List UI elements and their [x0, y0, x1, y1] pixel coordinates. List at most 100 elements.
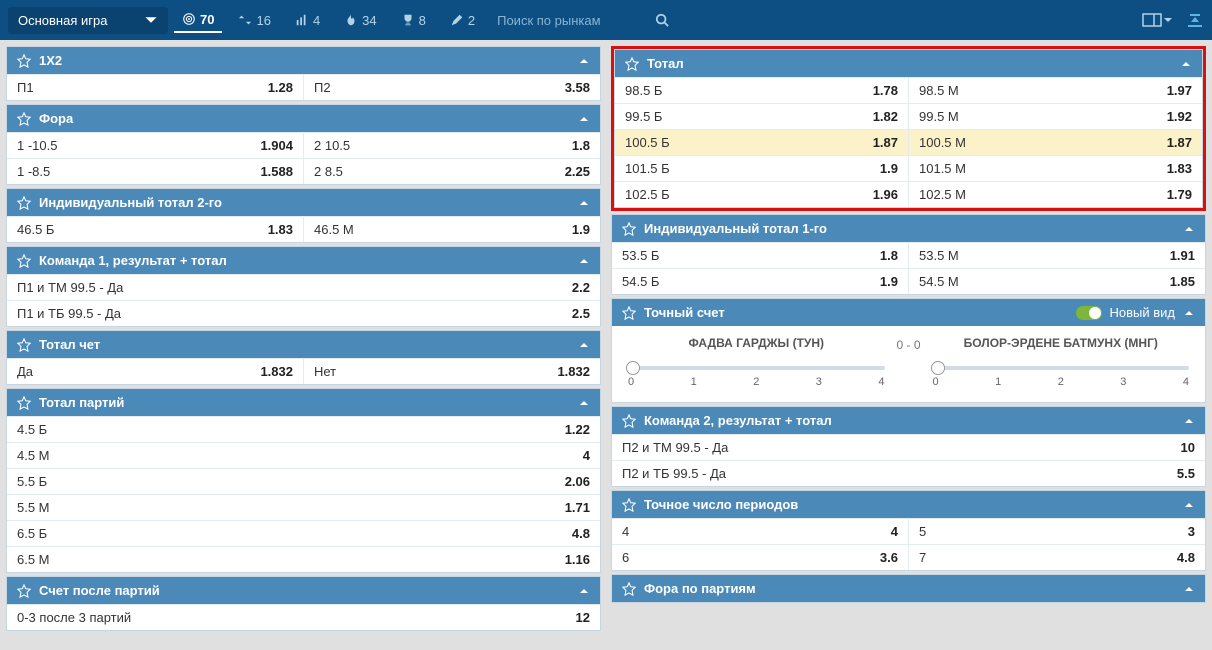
market-cell[interactable]: П1 и ТБ 99.5 - Да2.5 [7, 301, 600, 326]
market-panel: Тотал чет Да1.832Нет1.832 [6, 330, 601, 385]
search-icon[interactable] [655, 13, 669, 27]
panel-header[interactable]: Тотал чет [7, 331, 600, 358]
outcome-odds: 1.79 [1167, 187, 1192, 202]
market-cell[interactable]: П2 и ТБ 99.5 - Да5.5 [612, 461, 1205, 486]
market-panel: Фора по партиям [611, 574, 1206, 603]
market-panel: 1X2П11.28П23.58 [6, 46, 601, 101]
panel-header[interactable]: Тотал партий [7, 389, 600, 416]
market-cell[interactable]: 101.5 Б1.9 [615, 156, 908, 181]
chevron-up-icon[interactable] [578, 197, 590, 209]
tab-trophy[interactable]: 8 [393, 9, 434, 32]
panel-title: Тотал чет [39, 337, 100, 352]
chevron-up-icon[interactable] [578, 255, 590, 267]
chevron-up-icon[interactable] [1183, 307, 1195, 319]
market-cell[interactable]: 63.6 [612, 545, 908, 570]
market-cell[interactable]: 102.5 М1.79 [908, 182, 1202, 207]
market-cell[interactable]: 2 10.51.8 [303, 133, 600, 158]
market-cell[interactable]: Нет1.832 [303, 359, 600, 384]
star-icon [622, 306, 636, 320]
market-cell[interactable]: 1 -10.51.904 [7, 133, 303, 158]
tab-pen[interactable]: 2 [442, 9, 483, 32]
market-cell[interactable]: 54.5 М1.85 [908, 269, 1205, 294]
market-cell[interactable]: 100.5 М1.87 [908, 130, 1202, 155]
market-row: 1 -10.51.9042 10.51.8 [7, 132, 600, 158]
market-cell[interactable]: 98.5 М1.97 [908, 78, 1202, 103]
market-row: Да1.832Нет1.832 [7, 358, 600, 384]
market-cell[interactable]: П23.58 [303, 75, 600, 100]
market-cell[interactable]: 6.5 М1.16 [7, 547, 600, 572]
panel-title: Фора по партиям [644, 581, 756, 596]
market-cell[interactable]: 74.8 [908, 545, 1205, 570]
market-cell[interactable]: 99.5 Б1.82 [615, 104, 908, 129]
market-cell[interactable]: 102.5 Б1.96 [615, 182, 908, 207]
outcome-odds: 2.5 [572, 306, 590, 321]
chevron-up-icon[interactable] [1180, 58, 1192, 70]
panel-header[interactable]: Фора по партиям [612, 575, 1205, 602]
tab-count: 4 [313, 13, 320, 28]
outcome-odds: 12 [576, 610, 590, 625]
chevron-up-icon[interactable] [1183, 223, 1195, 235]
tab-target[interactable]: 70 [174, 8, 222, 33]
market-cell[interactable]: 46.5 Б1.83 [7, 217, 303, 242]
chevron-up-icon[interactable] [578, 55, 590, 67]
chevron-down-icon [144, 13, 158, 27]
market-cell[interactable]: 54.5 Б1.9 [612, 269, 908, 294]
market-cell[interactable]: 5.5 М1.71 [7, 495, 600, 520]
chevron-up-icon[interactable] [578, 585, 590, 597]
market-cell[interactable]: П11.28 [7, 75, 303, 100]
market-cell[interactable]: 44 [612, 519, 908, 544]
chevron-up-icon[interactable] [1183, 583, 1195, 595]
market-cell[interactable]: 53 [908, 519, 1205, 544]
outcome-label: 1 -10.5 [17, 138, 260, 153]
market-cell[interactable]: 1 -8.51.588 [7, 159, 303, 184]
panel-header[interactable]: Счет после партий [7, 577, 600, 604]
tab-bars[interactable]: 4 [287, 9, 328, 32]
market-cell[interactable]: 5.5 Б2.06 [7, 469, 600, 494]
chevron-up-icon[interactable] [1183, 499, 1195, 511]
outcome-odds: 1.83 [1167, 161, 1192, 176]
panel-header[interactable]: Точный счетНовый вид [612, 299, 1205, 326]
panel-header[interactable]: Индивидуальный тотал 1-го [612, 215, 1205, 242]
chevron-up-icon[interactable] [578, 397, 590, 409]
market-cell[interactable]: 6.5 Б4.8 [7, 521, 600, 546]
market-cell[interactable]: 98.5 Б1.78 [615, 78, 908, 103]
score-slider[interactable]: 01234 [933, 366, 1190, 388]
market-cell[interactable]: 4.5 М4 [7, 443, 600, 468]
chevron-up-icon[interactable] [578, 113, 590, 125]
new-view-toggle[interactable] [1076, 306, 1102, 320]
market-cell[interactable]: 53.5 Б1.8 [612, 243, 908, 268]
tab-flame[interactable]: 34 [336, 9, 384, 32]
panel-header[interactable]: Тотал [615, 50, 1202, 77]
chevron-up-icon[interactable] [1183, 415, 1195, 427]
market-cell[interactable]: 53.5 М1.91 [908, 243, 1205, 268]
market-cell[interactable]: 100.5 Б1.87 [615, 130, 908, 155]
market-cell[interactable]: 46.5 М1.9 [303, 217, 600, 242]
panel-header[interactable]: Точное число периодов [612, 491, 1205, 518]
panel-header[interactable]: Фора [7, 105, 600, 132]
score-slider[interactable]: 01234 [628, 366, 885, 388]
outcome-label: 5.5 Б [17, 474, 565, 489]
collapse-button[interactable] [1186, 12, 1204, 28]
panel-header[interactable]: 1X2 [7, 47, 600, 74]
market-cell[interactable]: 0-3 после 3 партий12 [7, 605, 600, 630]
market-row: П11.28П23.58 [7, 74, 600, 100]
market-cell[interactable]: Да1.832 [7, 359, 303, 384]
market-cell[interactable]: П2 и ТМ 99.5 - Да10 [612, 435, 1205, 460]
game-dropdown[interactable]: Основная игра [8, 7, 168, 34]
panel-header[interactable]: Индивидуальный тотал 2-го [7, 189, 600, 216]
market-cell[interactable]: П1 и ТМ 99.5 - Да2.2 [7, 275, 600, 300]
market-panel: Фора1 -10.51.9042 10.51.81 -8.51.5882 8.… [6, 104, 601, 185]
market-cell[interactable]: 4.5 Б1.22 [7, 417, 600, 442]
search-input[interactable] [497, 13, 647, 28]
tab-updown[interactable]: 16 [230, 9, 278, 32]
market-cell[interactable]: 99.5 М1.92 [908, 104, 1202, 129]
chevron-up-icon[interactable] [578, 339, 590, 351]
layout-button[interactable] [1142, 13, 1172, 27]
panel-header[interactable]: Команда 1, результат + тотал [7, 247, 600, 274]
collapse-icon [1186, 12, 1204, 28]
panel-title: Тотал партий [39, 395, 124, 410]
market-cell[interactable]: 2 8.52.25 [303, 159, 600, 184]
panel-title: Точный счет [644, 305, 725, 320]
market-cell[interactable]: 101.5 М1.83 [908, 156, 1202, 181]
panel-header[interactable]: Команда 2, результат + тотал [612, 407, 1205, 434]
